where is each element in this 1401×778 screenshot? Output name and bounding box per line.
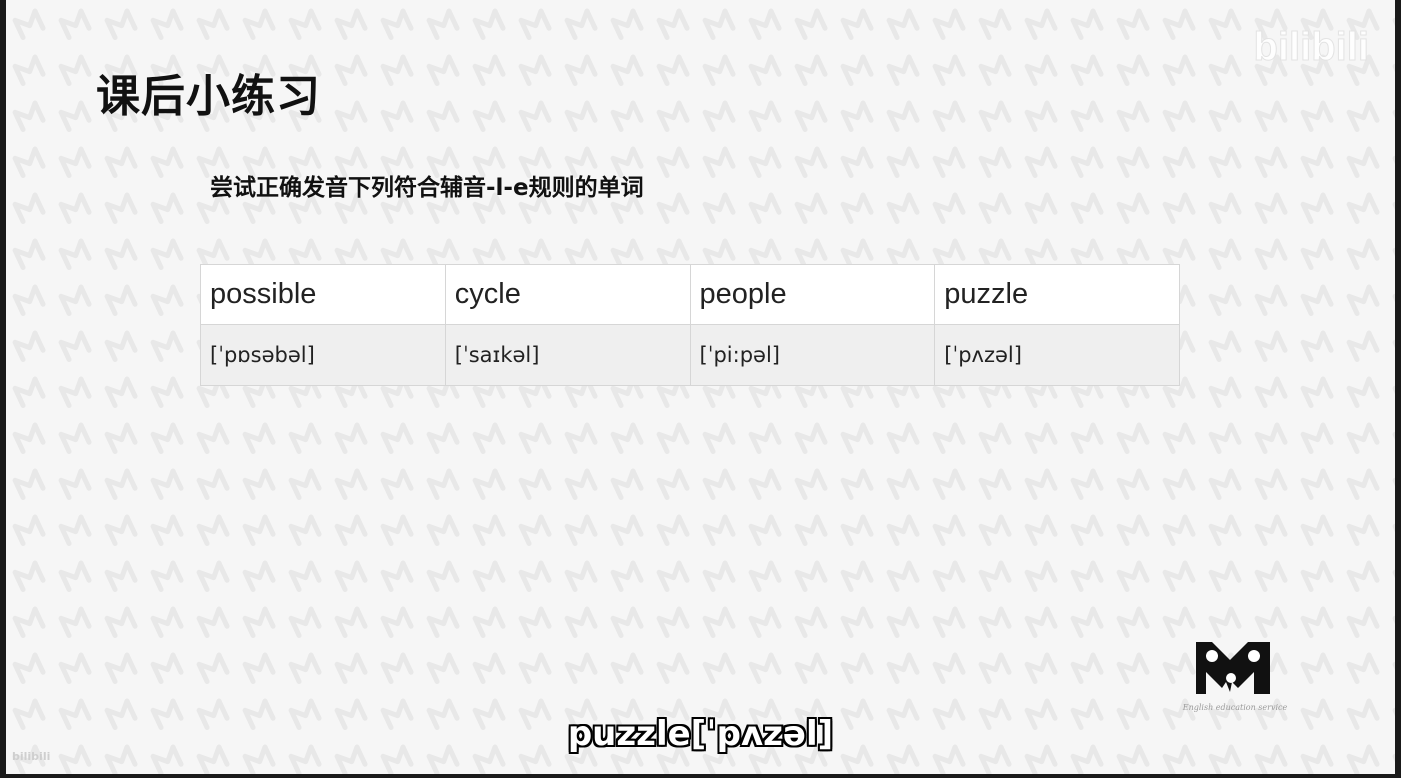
ipa-row: [ˈpɒsəbəl] [ˈsaɪkəl] [ˈpi:pəl] [ˈpʌzəl] <box>200 324 1180 386</box>
corner-watermark: bilibili <box>12 750 51 763</box>
brand-tagline: English education service <box>1182 703 1288 712</box>
word-row: possible cycle people puzzle <box>200 264 1180 325</box>
bilibili-logo-icon: bilibili <box>1253 25 1370 70</box>
ipa-cell: [ˈpʌzəl] <box>934 324 1180 386</box>
ipa-cell: [ˈsaɪkəl] <box>444 324 691 386</box>
word-cell: possible <box>200 264 446 325</box>
word-table: possible cycle people puzzle [ˈpɒsəbəl] … <box>200 264 1180 386</box>
video-frame: 课后小练习 尝试正确发音下列符合辅音-l-e规则的单词 possible cyc… <box>6 0 1395 774</box>
ipa-cell: [ˈpi:pəl] <box>689 324 936 386</box>
slide-instruction: 尝试正确发音下列符合辅音-l-e规则的单词 <box>210 175 644 201</box>
ipa-cell: [ˈpɒsəbəl] <box>200 324 446 386</box>
word-cell: cycle <box>444 264 691 325</box>
video-subtitle-caption: puzzle[ˈpʌzəl] <box>567 714 834 754</box>
word-cell: puzzle <box>934 264 1180 325</box>
svg-text:bilibili: bilibili <box>1253 25 1369 69</box>
slide-title: 课后小练习 <box>96 71 321 122</box>
word-cell: people <box>689 264 936 325</box>
